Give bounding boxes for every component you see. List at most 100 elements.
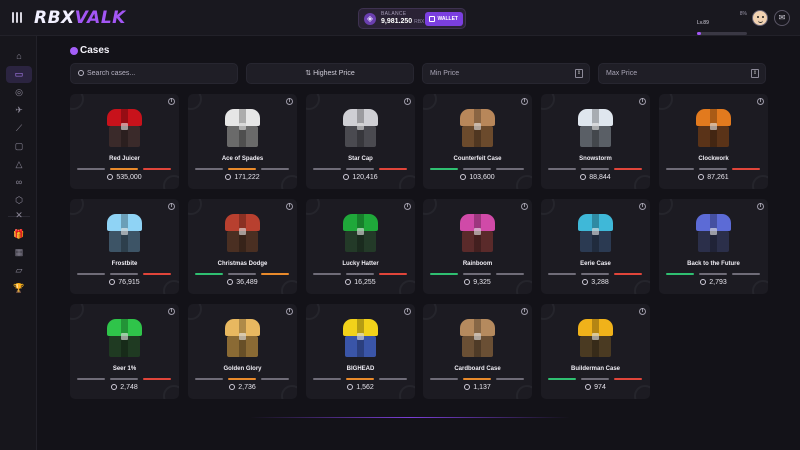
case-card[interactable]: i Clockwork 87,261 — [659, 94, 768, 189]
wallet-button[interactable]: WALLET — [425, 12, 463, 26]
triangle-icon[interactable]: △ — [6, 156, 32, 173]
info-icon[interactable]: i — [639, 308, 646, 315]
case-card[interactable]: i Snowstorm 88,844 — [541, 94, 650, 189]
case-name: BIGHEAD — [346, 366, 375, 372]
case-card[interactable]: i Eerie Case 3,288 — [541, 199, 650, 294]
page-title: Cases — [80, 45, 110, 56]
level-indicator: Lv.89 8% — [697, 11, 749, 35]
info-icon[interactable]: i — [757, 203, 764, 210]
rarity-bar — [313, 168, 341, 170]
case-card[interactable]: i Star Cap 120,416 — [306, 94, 415, 189]
info-icon[interactable]: i — [404, 98, 411, 105]
case-card[interactable]: i Rainboom 9,325 — [423, 199, 532, 294]
robux-icon — [343, 174, 350, 180]
rarity-bar — [463, 378, 491, 380]
case-card[interactable]: i Builderman Case 974 — [541, 304, 650, 399]
card-decoration — [423, 304, 437, 320]
logo[interactable]: RBXVALK — [34, 8, 126, 28]
info-icon[interactable]: i — [286, 98, 293, 105]
case-price: 1,137 — [423, 384, 532, 391]
case-card[interactable]: i Lucky Hatter 16,255 — [306, 199, 415, 294]
case-card[interactable]: i Cardboard Case 1,137 — [423, 304, 532, 399]
info-icon[interactable]: i — [286, 308, 293, 315]
rarity-bar — [110, 273, 138, 275]
robux-icon — [227, 279, 234, 285]
home-icon[interactable]: ⌂ — [6, 48, 32, 65]
case-name: Red Juicer — [109, 156, 140, 162]
rarity-bar — [581, 168, 609, 170]
sort-dropdown[interactable]: ⇅ Highest Price — [246, 63, 414, 84]
gift-icon[interactable]: 🎁 — [6, 226, 32, 243]
chat-icon[interactable]: ✉ — [774, 10, 790, 26]
rocket-icon[interactable]: ✈ — [6, 102, 32, 119]
card-decoration — [70, 304, 84, 320]
info-icon[interactable]: i — [404, 308, 411, 315]
level-percent: 8% — [739, 11, 747, 17]
search-input[interactable] — [87, 67, 227, 80]
info-icon[interactable]: i — [168, 308, 175, 315]
robux-icon — [464, 279, 471, 285]
info-icon[interactable]: i — [521, 98, 528, 105]
dice-icon[interactable]: ▢ — [6, 138, 32, 155]
max-price-input[interactable]: Max Price ⇕ — [598, 63, 766, 84]
info-icon[interactable]: i — [404, 203, 411, 210]
info-icon[interactable]: i — [639, 203, 646, 210]
card-decoration — [659, 94, 673, 110]
menu-icon[interactable] — [12, 12, 24, 24]
sort-label: Highest Price — [313, 70, 355, 77]
coinflip-icon[interactable]: ◎ — [6, 84, 32, 101]
case-image — [343, 107, 378, 149]
case-name: Snowstorm — [579, 156, 612, 162]
sidebar: ⌂ ▭ ◎ ✈ ⟋ ▢ △ ∞ ⬡ ✕ 🎁 ▦ ▱ 🏆 — [0, 36, 37, 450]
crossed-swords-icon[interactable]: ✕ — [6, 207, 32, 224]
ticket-icon[interactable]: ▱ — [6, 262, 32, 279]
info-icon[interactable]: i — [521, 203, 528, 210]
robux-icon — [580, 174, 587, 180]
case-card[interactable]: i Counterfeit Case 103,600 — [423, 94, 532, 189]
info-icon[interactable]: i — [168, 203, 175, 210]
case-card[interactable]: i BIGHEAD 1,562 — [306, 304, 415, 399]
rarity-bar — [496, 168, 524, 170]
rarity-bar — [77, 378, 105, 380]
calendar-icon[interactable]: ▦ — [6, 244, 32, 261]
rarity-bar — [228, 168, 256, 170]
case-card[interactable]: i Ace of Spades 171,222 — [188, 94, 297, 189]
cases-title-icon — [70, 47, 78, 55]
robux-icon — [460, 174, 467, 180]
case-price: 2,793 — [659, 279, 768, 286]
min-price-input[interactable]: Min Price ⇕ — [422, 63, 590, 84]
case-card[interactable]: i Christmas Dodge 36,489 — [188, 199, 297, 294]
rarity-bar — [614, 168, 642, 170]
case-price: 87,261 — [659, 174, 768, 181]
info-icon[interactable]: i — [168, 98, 175, 105]
robux-icon — [464, 384, 471, 390]
rarity-bar — [346, 168, 374, 170]
avatar[interactable] — [752, 10, 768, 26]
trophy-icon[interactable]: 🏆 — [6, 280, 32, 297]
case-image — [107, 107, 142, 149]
stepper-icon[interactable]: ⇕ — [575, 69, 583, 78]
case-card[interactable]: i Golden Glory 2,736 — [188, 304, 297, 399]
stepper-icon[interactable]: ⇕ — [751, 69, 759, 78]
cases-icon[interactable]: ▭ — [6, 66, 32, 83]
info-icon[interactable]: i — [521, 308, 528, 315]
info-icon[interactable]: i — [286, 203, 293, 210]
case-name: Clockwork — [698, 156, 729, 162]
infinity-icon[interactable]: ∞ — [6, 174, 32, 191]
rarity-bar — [581, 378, 609, 380]
case-price: 120,416 — [306, 174, 415, 181]
info-icon[interactable]: i — [639, 98, 646, 105]
case-card[interactable]: i Seer 1% 2,748 — [70, 304, 179, 399]
info-icon[interactable]: i — [757, 98, 764, 105]
search-icon — [78, 70, 84, 76]
case-card[interactable]: i Frostbite 76,915 — [70, 199, 179, 294]
rarity-bar — [430, 273, 458, 275]
case-image — [107, 317, 142, 359]
case-image — [696, 212, 731, 254]
chart-icon[interactable]: ⟋ — [6, 120, 32, 137]
case-card[interactable]: i Red Juicer 535,000 — [70, 94, 179, 189]
case-image — [578, 317, 613, 359]
case-price: 103,600 — [423, 174, 532, 181]
case-name: Seer 1% — [112, 366, 137, 372]
case-card[interactable]: i Back to the Future 2,793 — [659, 199, 768, 294]
